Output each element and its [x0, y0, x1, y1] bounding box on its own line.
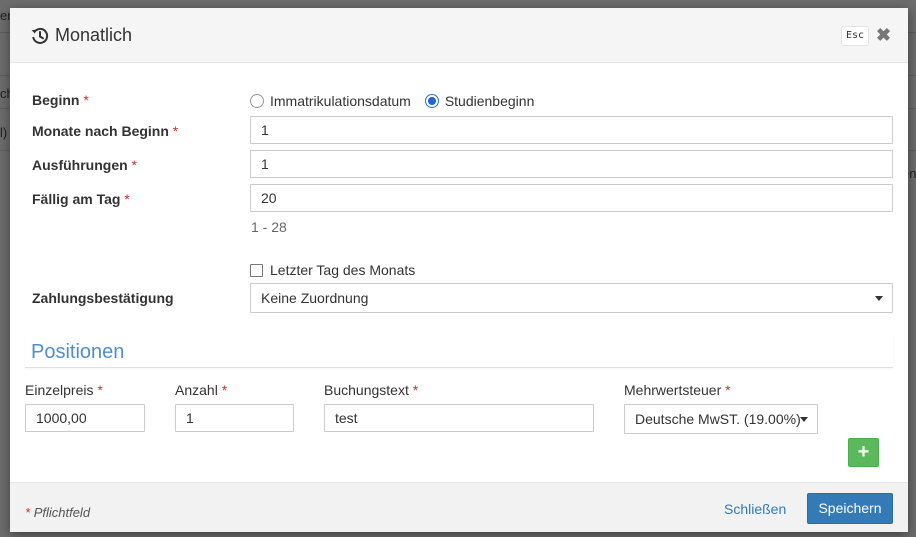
history-icon [30, 26, 50, 46]
faellig-am-tag-label-text: Fällig am Tag [32, 191, 121, 207]
anzahl-label-text: Anzahl [175, 382, 218, 398]
required-mark: * [412, 382, 419, 398]
add-position-button[interactable]: + [848, 438, 879, 467]
buchungstext-input[interactable] [324, 404, 594, 432]
radio-immatrikulationsdatum[interactable] [250, 94, 264, 108]
radio-label-immatrikulationsdatum[interactable]: Immatrikulationsdatum [270, 93, 411, 109]
einzelpreis-label-text: Einzelpreis [25, 382, 94, 398]
required-field-note: * Pflichtfeld [25, 505, 90, 520]
beginn-radio-group: Immatrikulationsdatum Studienbeginn [250, 93, 548, 109]
faellig-am-tag-label: Fällig am Tag * [32, 191, 130, 207]
mehrwertsteuer-selected-value: Deutsche MwST. (19.00%) [635, 411, 801, 427]
letzter-tag-row: Letzter Tag des Monats [250, 262, 415, 278]
zahlungsbestaetigung-selected-value: Keine Zuordnung [261, 290, 369, 306]
save-button[interactable]: Speichern [807, 493, 893, 524]
letzter-tag-label[interactable]: Letzter Tag des Monats [270, 262, 415, 278]
letzter-tag-checkbox[interactable] [250, 263, 263, 277]
close-icon[interactable]: ✖ [876, 23, 891, 47]
buchungstext-label: Buchungstext * [324, 382, 418, 398]
close-button[interactable]: Schließen [724, 501, 786, 517]
radio-label-studienbeginn[interactable]: Studienbeginn [445, 93, 535, 109]
ausfuehrungen-input[interactable] [250, 150, 893, 178]
beginn-label-text: Beginn [32, 92, 80, 108]
mehrwertsteuer-select[interactable]: Deutsche MwST. (19.00%) [624, 404, 818, 434]
required-mark: * [131, 157, 137, 173]
required-mark: * [221, 382, 228, 398]
monate-nach-beginn-label-text: Monate nach Beginn [32, 123, 169, 139]
required-mark: * [124, 191, 130, 207]
required-mark: * [97, 382, 103, 398]
caret-down-icon [875, 296, 883, 301]
zahlungsbestaetigung-label: Zahlungsbestätigung [32, 290, 174, 306]
positionen-section-title: Positionen [25, 332, 893, 368]
required-mark: * [725, 382, 731, 398]
monate-nach-beginn-label: Monate nach Beginn * [32, 123, 178, 139]
radio-studienbeginn[interactable] [424, 94, 439, 108]
modal-title-text: Monatlich [55, 25, 133, 45]
esc-key-badge: Esc [841, 26, 869, 46]
anzahl-label: Anzahl * [175, 382, 227, 398]
modal-dialog: Monatlich Esc ✖ Beginn * Immatrikulation… [10, 8, 908, 532]
ausfuehrungen-label-text: Ausführungen [32, 157, 128, 173]
required-field-note-text: Pflichtfeld [33, 505, 91, 520]
background-text: l) [0, 125, 8, 140]
buchungstext-label-text: Buchungstext [324, 382, 409, 398]
caret-down-icon [800, 417, 808, 422]
einzelpreis-label: Einzelpreis * [25, 382, 103, 398]
ausfuehrungen-label: Ausführungen * [32, 157, 137, 173]
required-mark: * [83, 92, 89, 108]
beginn-label: Beginn * [32, 92, 89, 108]
mehrwertsteuer-label: Mehrwertsteuer * [624, 382, 731, 398]
modal-header: Monatlich Esc ✖ [10, 8, 908, 63]
einzelpreis-input[interactable] [25, 404, 145, 432]
monate-nach-beginn-input[interactable] [250, 116, 893, 144]
zahlungsbestaetigung-select[interactable]: Keine Zuordnung [250, 283, 893, 313]
modal-footer: * Pflichtfeld Schließen Speichern [10, 482, 908, 532]
faellig-am-tag-help-text: 1 - 28 [251, 219, 287, 235]
mehrwertsteuer-label-text: Mehrwertsteuer [624, 382, 722, 398]
faellig-am-tag-input[interactable] [250, 184, 893, 212]
required-mark: * [172, 123, 179, 139]
anzahl-input[interactable] [175, 404, 294, 432]
modal-title: Monatlich [30, 25, 132, 46]
required-mark: * [25, 505, 31, 520]
